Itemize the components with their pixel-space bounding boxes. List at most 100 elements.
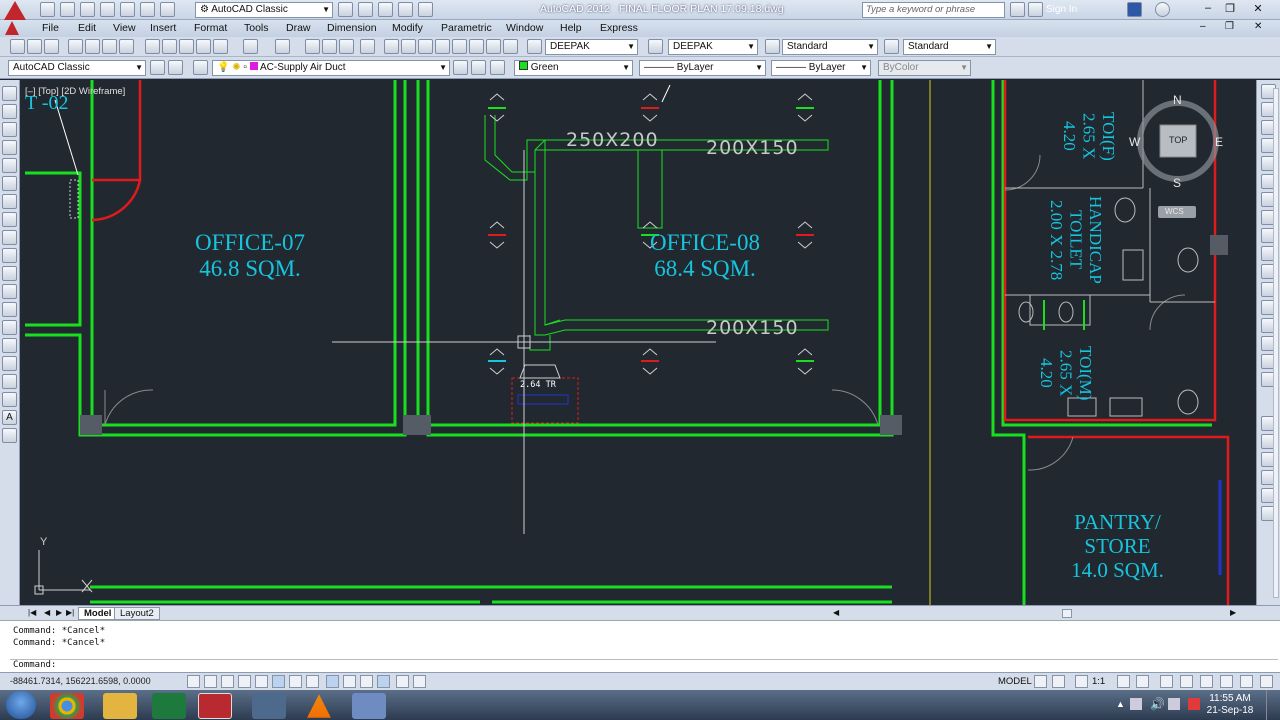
quick-view-layouts-button[interactable] (1034, 675, 1047, 688)
menu-format[interactable]: Format (194, 22, 227, 34)
menu-help[interactable]: Help (560, 22, 582, 34)
selection-cycling-button[interactable] (413, 675, 426, 688)
spline-icon[interactable] (2, 230, 17, 245)
menu-modify[interactable]: Modify (392, 22, 423, 34)
mleader-style-icon[interactable] (884, 39, 899, 54)
qa-tool-4-icon[interactable] (398, 2, 413, 17)
sheet-set-icon[interactable] (435, 39, 450, 54)
exchange-icon[interactable] (1127, 2, 1142, 17)
grid-display-button[interactable] (221, 675, 234, 688)
tray-network-icon[interactable] (1130, 698, 1142, 710)
make-current-icon[interactable] (453, 60, 468, 75)
text-style-dropdown[interactable]: DEEPAK ▼ (545, 39, 638, 55)
excel-icon[interactable] (152, 693, 186, 719)
tray-show-hidden-icon[interactable]: ▲ (1116, 699, 1125, 709)
3d-print-icon[interactable] (119, 39, 134, 54)
menu-parametric[interactable]: Parametric (441, 22, 492, 34)
cut-icon[interactable] (145, 39, 160, 54)
transparency-button[interactable] (377, 675, 390, 688)
tab-nav-last-icon[interactable]: ▶| (66, 608, 74, 617)
quick-new-icon[interactable] (40, 2, 55, 17)
model-space-button[interactable]: MODEL (998, 676, 1032, 687)
doc-minimize-button[interactable]: – (1200, 21, 1206, 32)
redo-icon[interactable] (160, 2, 175, 17)
mleader-style-dropdown[interactable]: Standard ▼ (903, 39, 996, 55)
coordinates-readout[interactable]: -88461.7314, 156221.6598, 0.0000 (10, 676, 151, 686)
block-editor-icon[interactable] (213, 39, 228, 54)
menu-file[interactable]: File (42, 22, 59, 34)
autocad-taskbar-icon[interactable] (198, 693, 232, 719)
viewcube-east[interactable]: E (1215, 135, 1223, 149)
make-block-icon[interactable] (2, 302, 17, 317)
ellipse-arc-icon[interactable] (2, 266, 17, 281)
insert-block-icon[interactable] (2, 284, 17, 299)
table-style-icon[interactable] (765, 39, 780, 54)
qa-tool-5-icon[interactable] (418, 2, 433, 17)
taskbar-clock[interactable]: 11:55 AM 21-Sep-18 (1205, 693, 1255, 717)
app-taskbar-icon[interactable] (352, 693, 386, 719)
search-input[interactable]: Type a keyword or phrase (862, 2, 1005, 18)
zoom-window-icon[interactable] (339, 39, 354, 54)
quick-plot-icon[interactable] (120, 2, 135, 17)
quick-properties-button[interactable] (396, 675, 409, 688)
explorer-icon[interactable] (103, 693, 137, 719)
workspace-dropdown[interactable]: ⚙ AutoCAD Classic ▼ (195, 2, 333, 18)
color-dropdown[interactable]: Green ▼ (514, 60, 633, 76)
tray-volume-icon[interactable]: 🔊 (1150, 697, 1165, 711)
plot-icon[interactable] (68, 39, 83, 54)
lineweight-dropdown[interactable]: ——— ByLayer ▼ (771, 60, 871, 76)
lineweight-button[interactable] (360, 675, 373, 688)
object-snap-button[interactable] (272, 675, 285, 688)
clean-screen-button[interactable] (1260, 675, 1273, 688)
menu-insert[interactable]: Insert (150, 22, 176, 34)
hatch-icon[interactable] (2, 338, 17, 353)
tab-nav-next-icon[interactable]: ▶ (56, 608, 62, 617)
circle-icon[interactable] (2, 194, 17, 209)
add-selected-icon[interactable] (2, 428, 17, 443)
infer-constraints-button[interactable] (187, 675, 200, 688)
tab-model[interactable]: Model (78, 607, 118, 620)
revcloud-icon[interactable] (2, 212, 17, 227)
help-icon[interactable] (1155, 2, 1170, 17)
menu-express[interactable]: Express (600, 22, 638, 34)
workspace-toolbar-dropdown[interactable]: AutoCAD Classic ▼ (8, 60, 146, 76)
calculator-taskbar-icon[interactable] (252, 693, 286, 719)
undo-icon[interactable] (140, 2, 155, 17)
drawing-canvas[interactable]: [–] [Top] [2D Wireframe] T -02 OFFICE-07… (0, 80, 1256, 605)
doc-close-button[interactable]: ✕ (1254, 21, 1262, 32)
quickcalc-icon[interactable] (469, 39, 484, 54)
zoom-previous-icon[interactable] (360, 39, 375, 54)
h-scroll-thumb[interactable] (1062, 609, 1072, 618)
dim-style-dropdown[interactable]: DEEPAK ▼ (668, 39, 758, 55)
pan-icon[interactable] (305, 39, 320, 54)
workspace-switch-button[interactable] (1160, 675, 1173, 688)
quick-saveas-icon[interactable] (100, 2, 115, 17)
construction-line-icon[interactable] (2, 104, 17, 119)
dim-style-icon[interactable] (648, 39, 663, 54)
command-input[interactable]: Command: (10, 659, 1278, 671)
line-tool-icon[interactable] (2, 86, 17, 101)
polar-tracking-button[interactable] (255, 675, 268, 688)
polygon-icon[interactable] (2, 140, 17, 155)
h-scroll-right-icon[interactable]: ▶ (1230, 608, 1236, 617)
workspace-settings-icon[interactable] (150, 60, 165, 75)
viewcube-north[interactable]: N (1173, 93, 1182, 107)
plot-preview-icon[interactable] (85, 39, 100, 54)
layer-iso-icon[interactable] (490, 60, 505, 75)
lock-ui-button[interactable] (1180, 675, 1193, 688)
auto-scale-button[interactable] (1136, 675, 1149, 688)
annotation-scale-icon[interactable] (1075, 675, 1088, 688)
layer-states-icon[interactable] (193, 60, 208, 75)
menu-edit[interactable]: Edit (78, 22, 96, 34)
redo-tool-icon[interactable] (275, 39, 290, 54)
minimize-button[interactable]: – (1198, 2, 1218, 17)
show-desktop-button[interactable] (1266, 690, 1280, 720)
status-menu-button[interactable] (1240, 675, 1253, 688)
doc-restore-button[interactable]: ❐ (1225, 21, 1234, 32)
qa-tool-3-icon[interactable] (378, 2, 393, 17)
qa-tool-1-icon[interactable] (338, 2, 353, 17)
quick-save-icon[interactable] (80, 2, 95, 17)
3d-osnap-button[interactable] (289, 675, 302, 688)
sign-in-link[interactable]: Sign In (1046, 4, 1077, 15)
match-properties-icon[interactable] (196, 39, 211, 54)
